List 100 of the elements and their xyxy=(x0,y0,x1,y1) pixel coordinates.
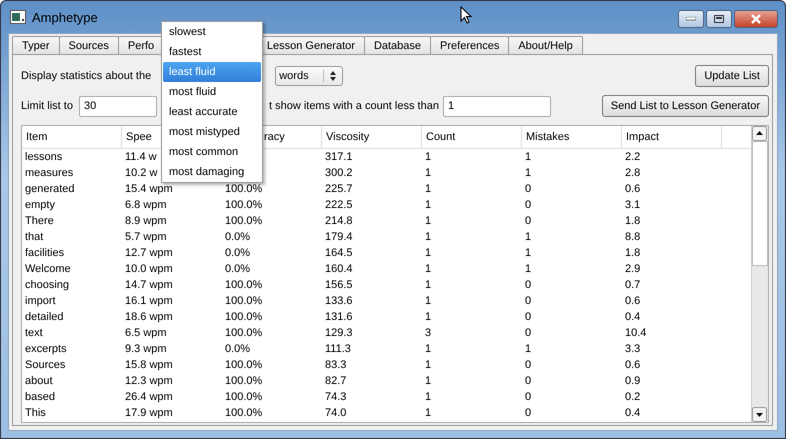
column-header[interactable]: Impact xyxy=(622,126,722,148)
table-cell: 5.7 wpm xyxy=(125,231,167,243)
table-cell: 1 xyxy=(425,215,432,227)
table-cell: 1 xyxy=(425,375,432,387)
column-header[interactable]: Mistakes xyxy=(522,126,622,148)
table-cell: 1 xyxy=(425,311,432,323)
scrollbar[interactable] xyxy=(751,126,768,422)
table-cell: empty xyxy=(25,199,55,211)
table-cell: 0.7 xyxy=(625,279,640,291)
table-cell: 1 xyxy=(425,263,432,275)
dropdown-item[interactable]: least accurate xyxy=(163,102,261,122)
table-cell: 100.0% xyxy=(225,391,262,403)
table-cell: 1 xyxy=(425,199,432,211)
table-cell: 1 xyxy=(425,151,432,163)
table-cell: 12.7 wpm xyxy=(125,247,173,259)
table-cell: 1 xyxy=(425,231,432,243)
minimize-button[interactable] xyxy=(678,10,704,28)
window-icon xyxy=(10,10,26,24)
close-button[interactable] xyxy=(734,10,778,28)
min-count-field[interactable]: 1 xyxy=(442,96,551,116)
unit-combo[interactable]: words xyxy=(275,66,344,86)
table-cell: 100.0% xyxy=(225,359,262,371)
table-cell: 179.4 xyxy=(325,231,353,243)
table-cell: 0 xyxy=(525,215,532,227)
table-cell: 0.0% xyxy=(225,231,250,243)
table-cell: 11.4 w xyxy=(125,151,157,163)
update-list-button[interactable]: Update List xyxy=(695,65,769,87)
table-cell: 0 xyxy=(525,391,532,403)
table-cell: 2.2 xyxy=(625,151,640,163)
limit-field[interactable]: 30 xyxy=(78,96,157,116)
minimize-icon xyxy=(686,17,696,21)
table-cell: 222.5 xyxy=(325,199,353,211)
table-cell: choosing xyxy=(25,279,70,291)
table-cell: 133.6 xyxy=(325,295,353,307)
table-cell: 100.0% xyxy=(225,311,262,323)
table-cell: 0.9 xyxy=(625,375,640,387)
table-cell: import xyxy=(25,295,56,307)
table-cell: 83.3 xyxy=(325,359,346,371)
table-cell: 16.1 wpm xyxy=(125,295,173,307)
send-list-button[interactable]: Send List to Lesson Generator xyxy=(602,95,769,117)
dropdown-item[interactable]: most damaging xyxy=(163,162,261,182)
table-cell: 0 xyxy=(525,327,532,339)
tab[interactable]: Database xyxy=(364,36,432,54)
table-cell: 100.0% xyxy=(225,279,262,291)
table-cell: 74.3 xyxy=(325,391,346,403)
limit-label: Limit list to xyxy=(21,100,73,112)
table-cell: 1.8 xyxy=(625,247,640,259)
table-cell: 0.4 xyxy=(625,311,640,323)
table-cell: 100.0% xyxy=(225,375,262,387)
table-cell: 0 xyxy=(525,375,532,387)
close-icon xyxy=(750,14,762,24)
table-cell: based xyxy=(25,391,55,403)
column-header[interactable]: Item xyxy=(22,126,122,148)
table-cell: 0 xyxy=(525,311,532,323)
table-cell: excerpts xyxy=(25,343,67,355)
table-cell: 15.4 wpm xyxy=(125,183,173,195)
table-cell: Sources xyxy=(25,359,66,371)
table-cell: generated xyxy=(25,183,75,195)
table-cell: 8.9 wpm xyxy=(125,215,167,227)
table-cell: 1 xyxy=(525,247,532,259)
table-cell: 1 xyxy=(425,343,432,355)
table-cell: 111.3 xyxy=(325,343,351,355)
table-cell: 12.3 wpm xyxy=(125,375,173,387)
table-cell: about xyxy=(25,375,53,387)
table-cell: 1 xyxy=(525,167,532,179)
table-cell: 0 xyxy=(525,295,532,307)
dropdown-item[interactable]: most fluid xyxy=(163,82,261,102)
tab[interactable]: About/Help xyxy=(508,36,583,54)
table-cell: 6.8 wpm xyxy=(125,199,167,211)
table-cell: 1 xyxy=(425,407,432,419)
table-cell: 0 xyxy=(525,407,532,419)
table-cell: Welcome xyxy=(25,263,71,275)
table-cell: 225.7 xyxy=(325,183,353,195)
table-cell: 100.0% xyxy=(225,215,262,227)
table-cell: 1 xyxy=(525,263,532,275)
table-cell: 1 xyxy=(425,391,432,403)
table-cell: 1 xyxy=(425,167,432,179)
table-cell: 82.7 xyxy=(325,375,346,387)
table-cell: 8.8 xyxy=(625,231,640,243)
table-cell: 100.0% xyxy=(225,295,262,307)
table-cell: 156.5 xyxy=(325,279,353,291)
table-cell: 1 xyxy=(525,343,532,355)
table-cell: 1 xyxy=(425,279,432,291)
table-cell: 3.1 xyxy=(625,199,640,211)
scroll-up-icon[interactable] xyxy=(752,126,767,141)
min-count-label: t show items with a count less than xyxy=(268,100,439,112)
table-cell: 0 xyxy=(525,199,532,211)
column-header[interactable]: Viscosity xyxy=(322,126,422,148)
table-cell: There xyxy=(25,215,54,227)
maximize-button[interactable] xyxy=(706,10,732,28)
tab[interactable]: Typer xyxy=(12,36,60,54)
scroll-down-icon[interactable] xyxy=(752,407,767,422)
table-cell: 100.0% xyxy=(225,183,262,195)
table-cell: 0.0% xyxy=(225,263,250,275)
table-cell: 10.0 wpm xyxy=(125,263,173,275)
table-cell: 100.0% xyxy=(225,407,262,419)
table-cell: 164.5 xyxy=(325,247,353,259)
column-header[interactable]: Count xyxy=(422,126,522,148)
tab[interactable]: Sources xyxy=(58,36,119,54)
tab[interactable]: Preferences xyxy=(430,36,510,54)
